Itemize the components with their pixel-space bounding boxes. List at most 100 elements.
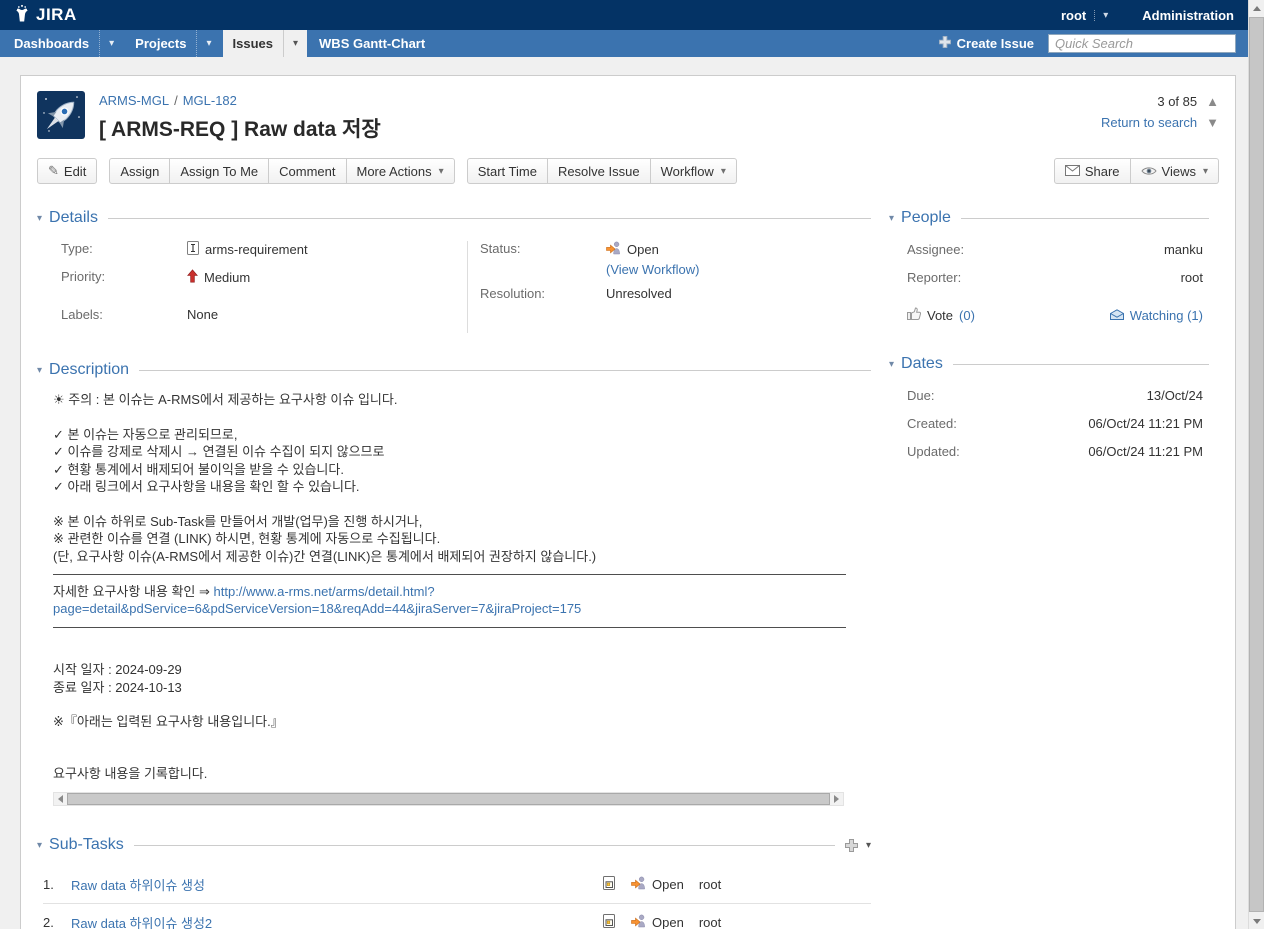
rocket-avatar[interactable] bbox=[37, 91, 85, 139]
scroll-left-button[interactable] bbox=[54, 793, 67, 805]
comment-button[interactable]: Comment bbox=[269, 158, 346, 184]
subtasks-heading: Sub-Tasks bbox=[49, 836, 124, 854]
edit-button[interactable]: ✎ Edit bbox=[37, 158, 97, 184]
divider bbox=[953, 364, 1209, 365]
watching-envelope-icon bbox=[1110, 308, 1124, 323]
nav-issues[interactable]: Issues ▾ bbox=[223, 30, 308, 57]
assignee-label: Assignee: bbox=[907, 242, 964, 257]
updated-value: 06/Oct/24 11:21 PM bbox=[1088, 444, 1203, 459]
jira-logo[interactable]: JIRA bbox=[12, 4, 77, 27]
resolution-label: Resolution: bbox=[480, 286, 606, 301]
create-issue-button[interactable]: Create Issue bbox=[939, 36, 1034, 51]
chevron-down-icon[interactable]: ▾ bbox=[196, 30, 220, 57]
nav-projects[interactable]: Projects ▾ bbox=[125, 30, 220, 57]
status-open-person-icon bbox=[631, 914, 646, 929]
nav-wbs-gantt-chart[interactable]: WBS Gantt-Chart bbox=[309, 30, 435, 57]
user-menu[interactable]: root ▾ bbox=[1053, 8, 1116, 23]
description-horizontal-scrollbar[interactable] bbox=[53, 792, 844, 806]
subtasks-module: ▾ Sub-Tasks ▾ 1. Raw data 하위이슈 생성 bbox=[37, 836, 871, 929]
watching-link[interactable]: Watching (1) bbox=[1130, 308, 1203, 323]
subtask-number: 2. bbox=[43, 915, 71, 929]
chevron-down-icon: ▾ bbox=[1203, 166, 1208, 177]
scroll-right-button[interactable] bbox=[830, 793, 843, 805]
subtask-row[interactable]: 2. Raw data 하위이슈 생성2 Open root bbox=[43, 904, 871, 929]
updated-label: Updated: bbox=[907, 444, 960, 459]
views-button[interactable]: Views ▾ bbox=[1131, 158, 1219, 184]
view-workflow-link[interactable]: (View Workflow) bbox=[606, 262, 699, 277]
more-actions-button[interactable]: More Actions ▾ bbox=[347, 158, 455, 184]
subtask-link[interactable]: Raw data 하위이슈 생성2 bbox=[71, 916, 212, 929]
description-line: ✓ 아래 링크에서 요구사항을 내용을 확인 할 수 있습니다. bbox=[53, 478, 871, 496]
breadcrumb-separator: / bbox=[169, 93, 183, 108]
description-line: ✓ 이슈를 강제로 삭제시 → 연결된 이슈 수집이 되지 않으므로 bbox=[53, 443, 871, 461]
pencil-icon: ✎ bbox=[48, 163, 59, 179]
description-line: ※『아래는 입력된 요구사항 내용입니다.』 bbox=[53, 713, 871, 731]
assign-to-me-button[interactable]: Assign To Me bbox=[170, 158, 269, 184]
collapse-details-icon[interactable]: ▾ bbox=[37, 213, 42, 224]
description-heading: Description bbox=[49, 361, 129, 379]
status-open-person-icon bbox=[606, 241, 621, 258]
chevron-down-icon[interactable]: ▾ bbox=[283, 30, 307, 57]
description-line: ※ 본 이슈 하위로 Sub-Task를 만들어서 개발(업무)을 진행 하시거… bbox=[53, 513, 871, 531]
resolve-issue-button[interactable]: Resolve Issue bbox=[548, 158, 651, 184]
next-issue-icon[interactable]: ▼ bbox=[1206, 116, 1219, 129]
scrollbar-thumb[interactable] bbox=[1249, 17, 1264, 912]
add-subtask-button[interactable] bbox=[845, 839, 858, 852]
status-value: Open bbox=[627, 242, 659, 257]
page-background: ARMS-MGL/MGL-182 [ ARMS-REQ ] Raw data 저… bbox=[0, 57, 1264, 929]
administration-link[interactable]: Administration bbox=[1142, 8, 1234, 23]
requirement-detail-link[interactable]: page=detail&pdService=6&pdServiceVersion… bbox=[53, 601, 581, 616]
vote-control[interactable]: Vote (0) bbox=[907, 307, 975, 323]
previous-issue-icon[interactable]: ▲ bbox=[1206, 95, 1219, 108]
document-type-icon bbox=[187, 241, 199, 258]
issue-pager: 3 of 85 ▲ Return to search ▼ bbox=[1101, 91, 1219, 143]
due-value: 13/Oct/24 bbox=[1147, 388, 1203, 403]
start-time-button[interactable]: Start Time bbox=[467, 158, 548, 184]
app-header: JIRA root ▾ Administration bbox=[0, 0, 1264, 30]
assignee-value[interactable]: manku bbox=[1164, 242, 1203, 257]
description-line: ☀ 주의 : 본 이슈는 A-RMS에서 제공하는 요구사항 이슈 입니다. bbox=[53, 391, 871, 409]
description-line: ※ 관련한 이슈를 연결 (LINK) 하시면, 현황 통계에 자동으로 수집됩… bbox=[53, 530, 871, 548]
subtask-document-icon bbox=[603, 876, 615, 893]
workflow-button[interactable]: Workflow ▾ bbox=[651, 158, 737, 184]
envelope-icon bbox=[1065, 164, 1080, 179]
thumbs-up-icon bbox=[907, 307, 921, 323]
scrollbar-thumb[interactable] bbox=[67, 793, 830, 805]
subtask-status: Open bbox=[652, 915, 684, 929]
plus-icon bbox=[939, 36, 951, 51]
dates-heading: Dates bbox=[901, 355, 943, 373]
issue-header: ARMS-MGL/MGL-182 [ ARMS-REQ ] Raw data 저… bbox=[37, 76, 1219, 143]
description-link-line: 자세한 요구사항 내용 확인 ⇒ http://www.a-rms.net/ar… bbox=[53, 583, 871, 601]
subtasks-options-icon[interactable]: ▾ bbox=[866, 840, 871, 851]
breadcrumb-project-link[interactable]: ARMS-MGL bbox=[99, 93, 169, 108]
description-line: ✓ 본 이슈는 자동으로 관리되므로, bbox=[53, 426, 871, 444]
collapse-people-icon[interactable]: ▾ bbox=[889, 213, 894, 224]
scroll-up-button[interactable] bbox=[1249, 0, 1264, 16]
requirement-detail-link[interactable]: http://www.a-rms.net/arms/detail.html? bbox=[214, 584, 435, 599]
subtask-assignee: root bbox=[699, 877, 721, 892]
chevron-down-icon[interactable]: ▾ bbox=[1094, 10, 1116, 21]
chevron-down-icon[interactable]: ▾ bbox=[99, 30, 123, 57]
nav-dashboards[interactable]: Dashboards ▾ bbox=[4, 30, 123, 57]
scroll-down-button[interactable] bbox=[1249, 913, 1264, 929]
subtask-row[interactable]: 1. Raw data 하위이슈 생성 Open root bbox=[43, 866, 871, 904]
description-line: 종료 일자 : 2024-10-13 bbox=[53, 679, 871, 697]
return-to-search-link[interactable]: Return to search bbox=[1101, 115, 1197, 130]
vote-count[interactable]: (0) bbox=[959, 308, 975, 323]
chevron-down-icon: ▾ bbox=[721, 166, 726, 177]
due-label: Due: bbox=[907, 388, 934, 403]
collapse-subtasks-icon[interactable]: ▾ bbox=[37, 840, 42, 851]
collapse-description-icon[interactable]: ▾ bbox=[37, 365, 42, 376]
divider bbox=[134, 845, 835, 846]
assign-button[interactable]: Assign bbox=[109, 158, 170, 184]
breadcrumb-issue-key-link[interactable]: MGL-182 bbox=[183, 93, 237, 108]
app-title: JIRA bbox=[36, 5, 77, 25]
type-label: Type: bbox=[61, 241, 187, 258]
page-scrollbar[interactable] bbox=[1248, 0, 1264, 929]
share-button[interactable]: Share bbox=[1054, 158, 1131, 184]
watch-control[interactable]: Watching (1) bbox=[1110, 308, 1203, 323]
quick-search-input[interactable] bbox=[1048, 34, 1236, 53]
reporter-value[interactable]: root bbox=[1181, 270, 1203, 285]
collapse-dates-icon[interactable]: ▾ bbox=[889, 359, 894, 370]
subtask-link[interactable]: Raw data 하위이슈 생성 bbox=[71, 878, 205, 893]
